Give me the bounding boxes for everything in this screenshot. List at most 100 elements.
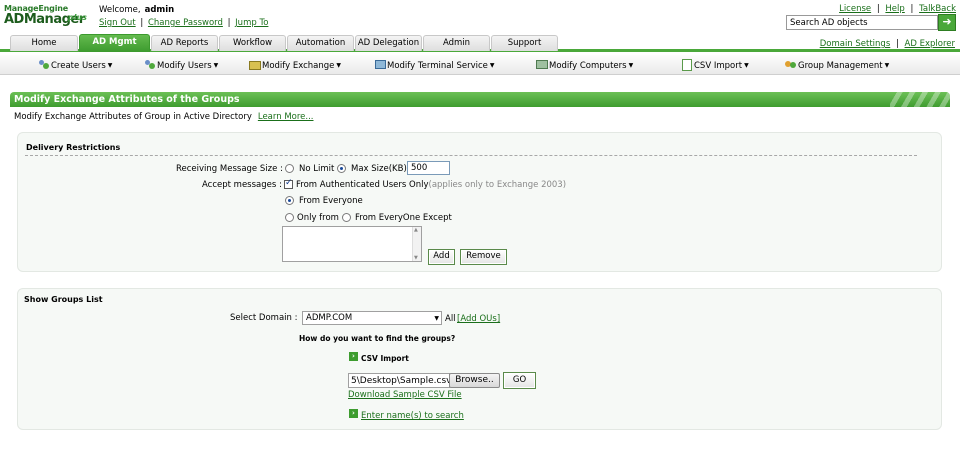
domain-settings-link[interactable]: Domain Settings	[820, 39, 891, 49]
tab-support[interactable]: Support	[491, 35, 558, 51]
authenticated-users-text: From Authenticated Users Only	[296, 180, 429, 190]
separator: |	[140, 18, 144, 28]
tab-home[interactable]: Home	[10, 35, 78, 51]
csv-file-path-field[interactable]: 5\Desktop\Sample.csv	[348, 373, 450, 388]
main-tab-bar: Home AD Mgmt AD Reports Workflow Automat…	[0, 34, 960, 52]
menu-csv-import[interactable]: CSV Import ▼	[681, 59, 749, 71]
receiving-size-label: Receiving Message Size :	[176, 164, 283, 174]
enter-names-link[interactable]: Enter name(s) to search	[361, 411, 464, 421]
arrow-right-icon: ➜	[942, 15, 952, 28]
menu-label: CSV Import	[694, 61, 743, 71]
menu-modify-terminal-service[interactable]: Modify Terminal Service ▼	[374, 59, 495, 71]
expand-arrow-icon[interactable]: ›	[349, 352, 358, 361]
page-description: Modify Exchange Attributes of Group in A…	[14, 112, 314, 122]
username: admin	[144, 5, 175, 15]
menu-modify-exchange[interactable]: Modify Exchange ▼	[249, 59, 341, 71]
from-everyone-except-radio[interactable]	[342, 213, 351, 222]
logo-edition: plus	[68, 13, 87, 22]
search-go-button[interactable]: ➜	[938, 14, 956, 31]
page-title: Modify Exchange Attributes of the Groups	[14, 94, 240, 105]
welcome-text: Welcome, admin	[99, 5, 174, 15]
separator: |	[227, 18, 231, 28]
download-sample-csv-link[interactable]: Download Sample CSV File	[348, 390, 462, 400]
exchange-2003-note: (applies only to Exchange 2003)	[428, 180, 567, 190]
ad-explorer-link[interactable]: AD Explorer	[905, 39, 955, 49]
no-limit-label: No Limit	[299, 164, 335, 174]
tab-workflow[interactable]: Workflow	[219, 35, 286, 51]
sign-out-link[interactable]: Sign Out	[99, 18, 136, 28]
from-everyone-radio[interactable]	[285, 196, 294, 205]
find-groups-question: How do you want to find the groups?	[299, 334, 456, 343]
domain-links: Domain Settings | AD Explorer	[820, 39, 955, 49]
admanager-logo: ManageEngine ADManager plus	[4, 4, 94, 34]
account-links: Sign Out | Change Password | Jump To	[99, 18, 268, 28]
group-icon	[785, 59, 797, 70]
chevron-down-icon: ▼	[336, 62, 342, 69]
menu-label: Modify Users	[157, 61, 212, 71]
domain-selected-value: ADMP.COM	[306, 313, 353, 323]
menu-label: Group Management	[798, 61, 883, 71]
from-everyone-label: From Everyone	[299, 196, 363, 206]
tab-ad-delegation[interactable]: AD Delegation	[355, 35, 422, 51]
remove-button[interactable]: Remove	[460, 249, 507, 265]
computer-icon	[536, 59, 548, 70]
only-from-radio[interactable]	[285, 213, 294, 222]
tab-ad-mgmt[interactable]: AD Mgmt	[79, 34, 150, 52]
chevron-down-icon: ▼	[628, 62, 634, 69]
accept-messages-label: Accept messages :	[202, 180, 282, 190]
csv-icon	[681, 59, 693, 71]
chevron-down-icon: ▼	[213, 62, 219, 69]
help-link[interactable]: Help	[885, 4, 904, 14]
chevron-down-icon: ▼	[434, 315, 439, 322]
page-title-bar: Modify Exchange Attributes of the Groups	[10, 92, 950, 107]
delivery-restrictions-panel: Delivery Restrictions Receiving Message …	[17, 132, 942, 272]
users-icon	[144, 59, 156, 70]
add-ous-link[interactable]: [Add OUs]	[457, 314, 500, 324]
select-domain-label: Select Domain :	[230, 313, 298, 323]
delivery-restrictions-title: Delivery Restrictions	[26, 143, 121, 152]
welcome-label: Welcome,	[99, 5, 141, 15]
menu-modify-users[interactable]: Modify Users ▼	[144, 59, 218, 71]
go-button[interactable]: GO	[503, 372, 536, 389]
from-everyone-except-label: From EveryOne Except	[355, 213, 452, 223]
no-limit-radio[interactable]	[285, 164, 294, 173]
authenticated-users-label: From Authenticated Users Only(applies on…	[296, 180, 566, 190]
title-decoration	[890, 92, 950, 107]
max-size-input[interactable]: 500	[407, 161, 450, 175]
menu-label: Create Users	[51, 61, 106, 71]
search-ad-objects-input[interactable]: Search AD objects	[786, 15, 938, 30]
exchange-icon	[249, 59, 261, 70]
expand-arrow-icon[interactable]: ›	[349, 409, 358, 418]
max-size-radio[interactable]	[337, 164, 346, 173]
divider	[25, 155, 917, 156]
browse-button[interactable]: Browse..	[449, 373, 500, 388]
menu-label: Modify Terminal Service	[387, 61, 488, 71]
license-link[interactable]: License	[839, 4, 871, 14]
recipients-listbox[interactable]	[282, 226, 422, 262]
add-button[interactable]: Add	[428, 249, 455, 265]
csv-import-label: CSV Import	[361, 354, 409, 363]
menu-group-management[interactable]: Group Management ▼	[785, 59, 889, 71]
tab-ad-reports[interactable]: AD Reports	[151, 35, 218, 51]
tab-automation[interactable]: Automation	[287, 35, 354, 51]
jump-to-link[interactable]: Jump To	[235, 18, 268, 28]
menu-create-users[interactable]: Create Users ▼	[38, 59, 112, 71]
menu-modify-computers[interactable]: Modify Computers ▼	[536, 59, 633, 71]
terminal-icon	[374, 59, 386, 70]
learn-more-link[interactable]: Learn More...	[258, 112, 314, 122]
authenticated-users-checkbox[interactable]	[284, 178, 293, 189]
domain-select[interactable]: ADMP.COM ▼	[302, 311, 442, 325]
change-password-link[interactable]: Change Password	[148, 18, 223, 28]
chevron-down-icon: ▼	[489, 62, 495, 69]
tab-admin[interactable]: Admin	[423, 35, 490, 51]
only-from-label: Only from	[297, 213, 339, 223]
app-header: ManageEngine ADManager plus Welcome, admi…	[0, 0, 960, 36]
sub-menu-bar: Create Users ▼ Modify Users ▼ Modify Excha…	[0, 55, 960, 75]
chevron-down-icon: ▼	[884, 62, 890, 69]
users-icon	[38, 59, 50, 70]
description-text: Modify Exchange Attributes of Group in A…	[14, 112, 252, 122]
talkback-link[interactable]: TalkBack	[919, 4, 956, 14]
listbox-scrollbar[interactable]	[412, 227, 421, 261]
all-label: All	[445, 314, 456, 324]
menu-label: Modify Computers	[549, 61, 627, 71]
